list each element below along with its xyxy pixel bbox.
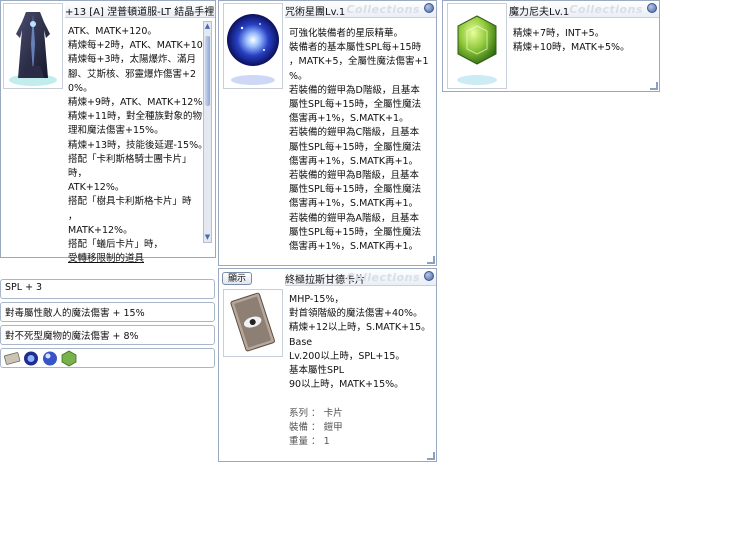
- blue-orb-slot-icon[interactable]: [43, 351, 57, 366]
- desc-line: ATK+12%。: [68, 182, 125, 194]
- desc-line: %。: [289, 70, 308, 82]
- desc-line: 腳、艾斯核、邪靈爆炸傷害+2: [68, 68, 197, 80]
- magic-title: 魔力尼夫Lv.1: [509, 7, 570, 18]
- desc-line: ATK、MATK+120。: [68, 26, 157, 37]
- desc-line: 若裝備的鎧甲為D階級，且基本: [289, 84, 420, 96]
- desc-line: 屬性SPL每+15時，全屬性魔法: [289, 99, 422, 111]
- property-value: 鎧甲: [323, 422, 343, 434]
- desc-line: 屬性SPL每+15時，全屬性魔法: [289, 226, 422, 238]
- desc-line: 精煉每+2時，ATK、MATK+10。: [68, 40, 213, 52]
- scroll-down-icon[interactable]: ▼: [204, 233, 211, 242]
- desc-line: 裝備者的基本屬性SPL每+15時: [289, 42, 422, 54]
- desc-line: 精煉+9時，ATK、MATK+12%。: [68, 97, 212, 109]
- desc-line: 搭配「卡利斯格騎士團卡片」: [68, 153, 192, 165]
- resize-handle[interactable]: [427, 256, 435, 264]
- property-sep: ：: [311, 422, 321, 434]
- property-row: 重量 ： 1: [289, 435, 343, 449]
- magic-description: 精煉+7時，INT+5。 精煉+10時，MATK+5%。: [513, 27, 630, 55]
- property-row: 系列 ： 卡片: [289, 407, 343, 421]
- desc-line: 精煉+11時，對全種族對象的物: [68, 111, 203, 123]
- desc-line: 時，: [68, 168, 88, 180]
- desc-line: 精煉+12以上時，S.MATK+15。: [289, 322, 431, 334]
- desc-line: 精煉+10時，MATK+5%。: [513, 42, 630, 54]
- desc-line: 搭配「樹具卡利斯格卡片」時: [68, 196, 192, 208]
- resize-handle[interactable]: [427, 452, 435, 460]
- watermark: Collections: [346, 3, 420, 16]
- desc-line: 若裝備的鎧甲為A階級，且基本: [289, 212, 419, 224]
- property-label: 重量: [289, 436, 309, 448]
- desc-line: 搭配「蟻后卡片」時，: [68, 239, 164, 251]
- property-value: 卡片: [323, 408, 343, 419]
- desc-line: 屬性SPL每+15時，全屬性魔法: [289, 141, 422, 153]
- desc-line: 屬性SPL每+15時，全屬性魔法: [289, 184, 422, 196]
- close-icon[interactable]: [647, 3, 657, 13]
- property-row: 裝備 ： 鎧甲: [289, 421, 343, 435]
- desc-line: 傷害再+1%，S.MATK再+1。: [289, 241, 419, 253]
- desc-line: 精煉+7時，INT+5。: [513, 28, 605, 39]
- green-gem-icon: [447, 3, 507, 89]
- watermark: Collections: [569, 3, 643, 16]
- desc-line: 傷害再+1%，S.MATK再+1。: [289, 155, 419, 167]
- stat-row: 對不死型魔物的魔法傷害 + 8%: [0, 325, 215, 345]
- desc-line: 可強化裝備者的星辰精華。: [289, 28, 404, 39]
- desc-line: 若裝備的鎧甲為B階級，且基本: [289, 170, 420, 182]
- scroll-thumb[interactable]: [205, 36, 210, 106]
- close-icon[interactable]: [424, 3, 434, 13]
- scroll-up-icon[interactable]: ▲: [204, 22, 211, 31]
- watermark: Collections: [346, 271, 420, 284]
- star-description: 可強化裝備者的星辰精華。 裝備者的基本屬性SPL每+15時 ，MATK+5，全屬…: [289, 27, 429, 254]
- card-description: MHP-15%， 對首領階級的魔法傷害+40%。 精煉+12以上時，S.MATK…: [289, 293, 431, 392]
- slot-icons: [4, 350, 77, 367]
- desc-line: MATK+12%。: [68, 224, 133, 236]
- desc-line: 精煉每+3時，太陽爆炸、滿月: [68, 54, 197, 66]
- resize-handle[interactable]: [650, 82, 658, 90]
- property-sep: ：: [311, 436, 321, 448]
- desc-line: 精煉+13時，技能後延遲-15%。: [68, 139, 208, 151]
- desc-line-restricted: 受轉移限制的道具: [68, 253, 145, 265]
- card-icon: [223, 289, 283, 357]
- card-slot-icon[interactable]: [4, 352, 21, 365]
- star-cluster-window: 咒術星團Lv.1 Collections 可強化裝備者的星辰精華。 裝備者的基本…: [218, 0, 437, 266]
- desc-line: 理和魔法傷害+15%。: [68, 125, 164, 137]
- property-value: 1: [323, 436, 330, 448]
- star-cluster-slot-icon[interactable]: [24, 351, 38, 366]
- property-label: 裝備: [289, 422, 309, 434]
- desc-line: ，MATK+5，全屬性魔法傷害+1: [289, 56, 429, 68]
- card-window: 終極拉斯甘德卡片 Collections 顯示 MHP-15%， 對首領階級的魔…: [218, 268, 437, 462]
- desc-line: ，: [68, 210, 78, 222]
- stat-row: SPL + 3: [0, 279, 215, 299]
- costume-icon: [3, 3, 63, 89]
- card-properties: 系列 ： 卡片 裝備 ： 鎧甲 重量 ： 1: [289, 407, 343, 450]
- property-label: 系列: [289, 408, 309, 419]
- show-button[interactable]: 顯示: [222, 272, 252, 285]
- star-title: 咒術星團Lv.1: [285, 7, 346, 18]
- desc-line: MHP-15%，: [289, 294, 344, 305]
- desc-line: 若裝備的鎧甲為C階級，且基本: [289, 127, 420, 139]
- desc-line: 基本屬性SPL: [289, 365, 345, 377]
- slot-icons-row: [0, 348, 215, 368]
- property-sep: ：: [311, 408, 321, 419]
- close-icon[interactable]: [424, 271, 434, 281]
- stat-row: 對毒屬性敵人的魔法傷害 + 15%: [0, 302, 215, 322]
- desc-line: 傷害再+1%，S.MATK再+1。: [289, 198, 419, 210]
- item-title: +13 [A] 涅普頓道服-LT 結晶手裡: [65, 7, 215, 18]
- desc-line: Base: [289, 336, 313, 348]
- card-title-bar[interactable]: 終極拉斯甘德卡片 Collections: [285, 269, 436, 286]
- magic-window: 魔力尼夫Lv.1 Collections 精煉+7時，INT+5。 精煉+10時…: [442, 0, 660, 92]
- desc-line: 90以上時，MATK+15%。: [289, 379, 404, 391]
- star-title-bar[interactable]: 咒術星團Lv.1 Collections: [285, 1, 436, 18]
- desc-line: 傷害再+1%，S.MATK+1。: [289, 113, 409, 125]
- item-scrollbar[interactable]: ▲ ▼: [203, 21, 212, 243]
- item-tooltip-window: +13 [A] 涅普頓道服-LT 結晶手裡 ATK、MATK+120。 精煉每+…: [0, 0, 216, 264]
- item-description: ATK、MATK+120。 精煉每+2時，ATK、MATK+10。 精煉每+3時…: [68, 25, 212, 266]
- green-gem-slot-icon[interactable]: [61, 350, 77, 367]
- desc-line: Lv.200以上時，SPL+15。: [289, 350, 405, 362]
- item-title-bar[interactable]: +13 [A] 涅普頓道服-LT 結晶手裡: [65, 1, 215, 18]
- desc-line: 0%。: [68, 82, 93, 94]
- magic-title-bar[interactable]: 魔力尼夫Lv.1 Collections: [509, 1, 659, 18]
- desc-line: 對首領階級的魔法傷害+40%。: [289, 308, 423, 320]
- star-cluster-icon: [223, 3, 283, 89]
